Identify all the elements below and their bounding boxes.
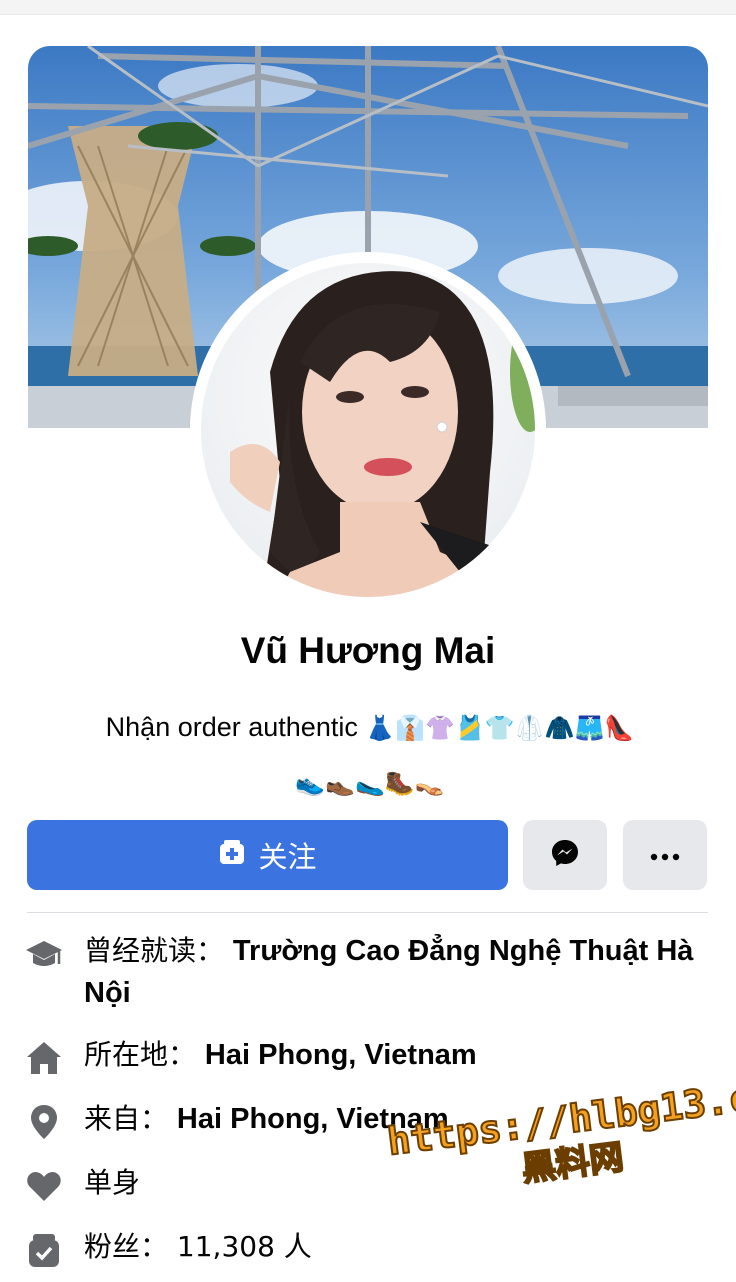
- lives-in-label: 所在地：: [84, 1038, 197, 1071]
- follow-button[interactable]: 关注: [27, 820, 508, 890]
- messenger-icon: [550, 838, 580, 872]
- from-label: 来自：: [84, 1102, 169, 1135]
- more-horizontal-icon: [650, 846, 680, 865]
- profile-name: Vũ Hương Mai: [240, 630, 496, 671]
- followers-value: 11,308 人: [176, 1230, 312, 1263]
- location-pin-icon: [24, 1102, 64, 1142]
- relationship-value: 单身: [84, 1166, 141, 1199]
- divider: [27, 912, 708, 913]
- follow-label: 关注: [258, 840, 317, 874]
- profile-bio: Nhận order authentic 👗👔👚🎽👕🥼🧥🩳👠 👟👞🥿🥾👡: [40, 700, 700, 810]
- profile-avatar[interactable]: [190, 252, 546, 608]
- education-label: 曾经就读：: [84, 934, 225, 967]
- heart-icon: [24, 1166, 64, 1206]
- bio-emojis-line2: 👟👞🥿🥾👡: [295, 769, 445, 797]
- more-options-button[interactable]: [623, 820, 707, 890]
- home-icon: [24, 1038, 64, 1078]
- messenger-button[interactable]: [523, 820, 607, 890]
- followers-icon: [24, 1230, 64, 1270]
- bio-emojis-line1: 👗👔👚🎽👕🥼🧥🩳👠: [365, 714, 635, 742]
- followers-label: 粉丝：: [84, 1230, 169, 1263]
- follow-icon: [218, 838, 246, 873]
- top-strip: [0, 0, 736, 15]
- bio-text: Nhận order authentic: [105, 712, 358, 742]
- lives-in-value[interactable]: Hai Phong, Vietnam: [205, 1039, 477, 1071]
- graduation-cap-icon: [24, 934, 64, 974]
